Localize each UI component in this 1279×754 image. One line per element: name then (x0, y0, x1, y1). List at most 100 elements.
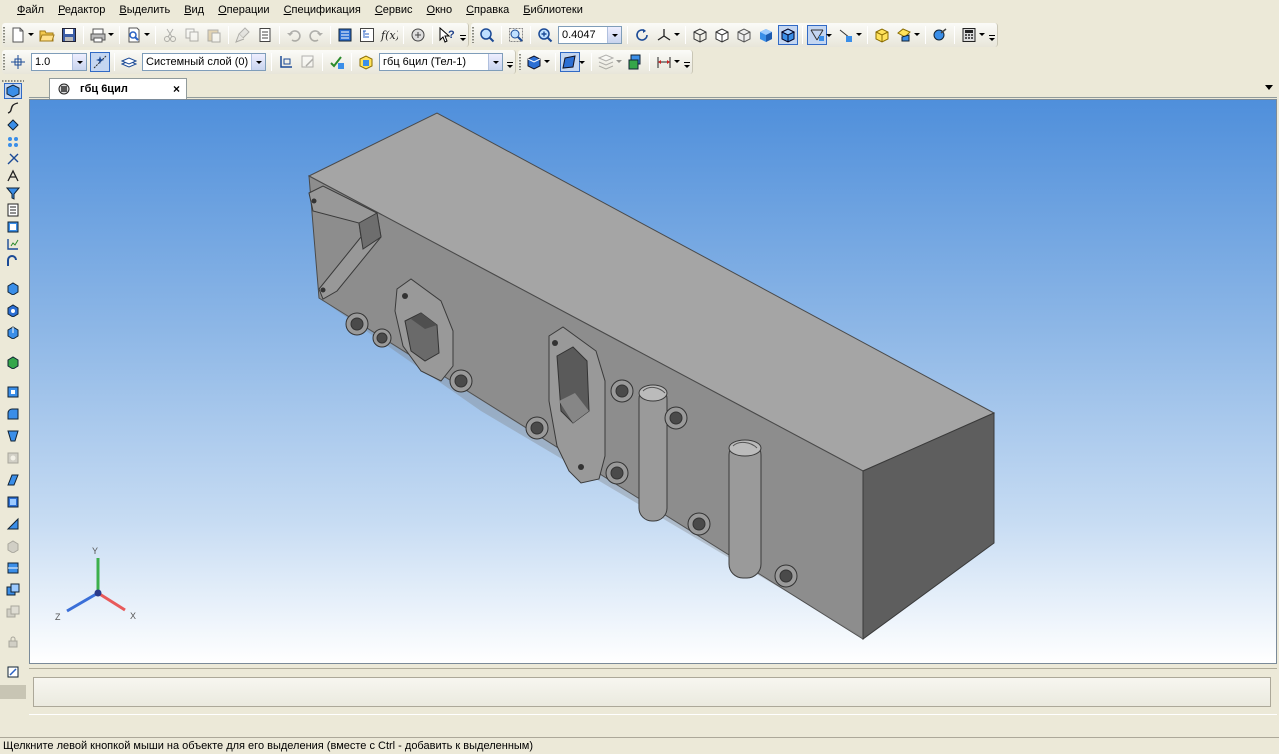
chevron-down-icon[interactable] (488, 54, 502, 70)
draft-icon[interactable] (4, 538, 22, 554)
wireframe-icon[interactable] (690, 25, 710, 45)
rib-icon[interactable] (4, 472, 22, 488)
help-pointer-icon[interactable]: ? (437, 25, 457, 45)
zoom-in-icon[interactable] (535, 25, 555, 45)
current-body-icon[interactable] (356, 52, 376, 72)
step-combo[interactable]: 1.0 (31, 53, 87, 71)
snap-icon[interactable] (90, 52, 110, 72)
lock-icon[interactable] (4, 634, 22, 650)
sheet-metal-icon[interactable] (4, 253, 22, 269)
panel-scroll-arrow[interactable] (0, 685, 26, 699)
chevron-down-icon[interactable] (72, 54, 86, 70)
zoom-all-icon[interactable] (506, 25, 526, 45)
model-canvas[interactable]: Y X Z (30, 100, 1277, 664)
menu-item-1[interactable]: Редактор (51, 0, 112, 20)
aux-geometry-icon[interactable] (4, 151, 22, 167)
menu-bar: Файл Редактор Выделить Вид Операции Специфика… (0, 0, 1279, 20)
layers-icon[interactable] (119, 52, 139, 72)
editing-details-icon[interactable] (4, 83, 22, 99)
menu-item-2[interactable]: Выделить (112, 0, 177, 20)
thin-hidden-lines-icon[interactable] (734, 25, 754, 45)
tree-icon[interactable] (357, 25, 377, 45)
assembly-parts-icon[interactable] (625, 52, 645, 72)
copy-objects-icon[interactable] (4, 582, 22, 598)
print-button[interactable] (88, 25, 114, 45)
color-display-icon[interactable] (524, 52, 550, 72)
spec-icon[interactable] (4, 202, 22, 218)
halftone-edges-icon[interactable] (778, 25, 798, 45)
model-viewport[interactable]: Y X Z (29, 99, 1277, 664)
redo-icon[interactable] (306, 25, 326, 45)
arrays-icon[interactable] (4, 134, 22, 150)
pipe-1 (638, 384, 668, 522)
menu-item-4[interactable]: Операции (211, 0, 276, 20)
dimensions-icon[interactable] (654, 52, 680, 72)
measurements-icon[interactable] (4, 236, 22, 252)
tab-document[interactable]: гбц 6цил × (49, 78, 187, 99)
new-document-button[interactable] (8, 25, 34, 45)
new-part-icon[interactable] (872, 25, 892, 45)
format-brush-icon[interactable] (233, 25, 253, 45)
hidden-lines-icon[interactable] (712, 25, 732, 45)
filter-selection-icon[interactable] (4, 185, 22, 201)
menu-item-9[interactable]: Библиотеки (516, 0, 590, 20)
shell-icon[interactable] (4, 494, 22, 510)
edit-sketch-icon[interactable] (298, 52, 318, 72)
reports-icon[interactable] (4, 219, 22, 235)
cut-extrude-icon[interactable] (4, 384, 22, 400)
menu-item-8[interactable]: Справка (459, 0, 516, 20)
menu-item-7[interactable]: Окно (420, 0, 460, 20)
cut-icon[interactable] (160, 25, 180, 45)
surfaces-icon[interactable] (4, 117, 22, 133)
cursor-step-icon[interactable] (8, 52, 28, 72)
perspective-icon[interactable] (807, 25, 832, 45)
copy-icon[interactable] (182, 25, 202, 45)
halftone-icon[interactable] (756, 25, 776, 45)
kinematic-icon[interactable] (4, 324, 22, 340)
revolve-icon[interactable] (4, 302, 22, 318)
fillet-icon[interactable] (4, 406, 22, 422)
tabs-menu-chevron-icon[interactable] (1265, 85, 1273, 90)
open-button[interactable] (37, 25, 57, 45)
split-icon[interactable] (4, 560, 22, 576)
rotate-icon[interactable] (632, 25, 652, 45)
curves-icon[interactable] (4, 100, 22, 116)
dimensions-designation-icon[interactable] (4, 168, 22, 184)
filter-icon[interactable] (596, 52, 622, 72)
chevron-down-icon[interactable] (251, 54, 265, 70)
local-cs-icon[interactable] (276, 52, 296, 72)
body-combo[interactable]: гбц 6цил (Тел-1) (379, 53, 503, 71)
menu-item-0[interactable]: Файл (10, 0, 51, 20)
menu-item-6[interactable]: Сервис (368, 0, 420, 20)
parametric-mode-icon[interactable] (327, 52, 347, 72)
section-view-icon[interactable] (836, 25, 862, 45)
libraries-manager-icon[interactable] (408, 25, 428, 45)
layer-combo[interactable]: Системный слой (0) (142, 53, 266, 71)
mirror-icon[interactable] (4, 604, 22, 620)
new-assembly-icon[interactable] (894, 25, 920, 45)
extrude-icon[interactable] (4, 280, 22, 296)
chevron-down-icon[interactable] (607, 27, 621, 43)
menu-item-3[interactable]: Вид (177, 0, 211, 20)
close-icon[interactable]: × (173, 82, 180, 96)
menu-item-5[interactable]: Спецификация (277, 0, 368, 20)
edit-icon[interactable] (4, 664, 22, 680)
orientation-icon[interactable] (654, 25, 680, 45)
chamfer-icon[interactable] (4, 428, 22, 444)
calculator-icon[interactable] (959, 25, 985, 45)
manager-document-icon[interactable] (335, 25, 355, 45)
measure-icon[interactable] (930, 25, 950, 45)
zoom-window-icon[interactable] (477, 25, 497, 45)
undo-icon[interactable] (284, 25, 304, 45)
variables-icon[interactable]: f(x) (379, 25, 399, 45)
properties-icon[interactable] (255, 25, 275, 45)
zoom-scale-combo[interactable]: 0.4047 (558, 26, 622, 44)
face-color-icon[interactable] (560, 52, 585, 72)
preview-button[interactable] (124, 25, 150, 45)
save-button[interactable] (59, 25, 79, 45)
paste-icon[interactable] (204, 25, 224, 45)
slope-icon[interactable] (4, 516, 22, 532)
loft-icon[interactable] (4, 354, 22, 370)
cylinder-head-model[interactable] (307, 112, 996, 640)
hole-icon[interactable] (4, 450, 22, 466)
